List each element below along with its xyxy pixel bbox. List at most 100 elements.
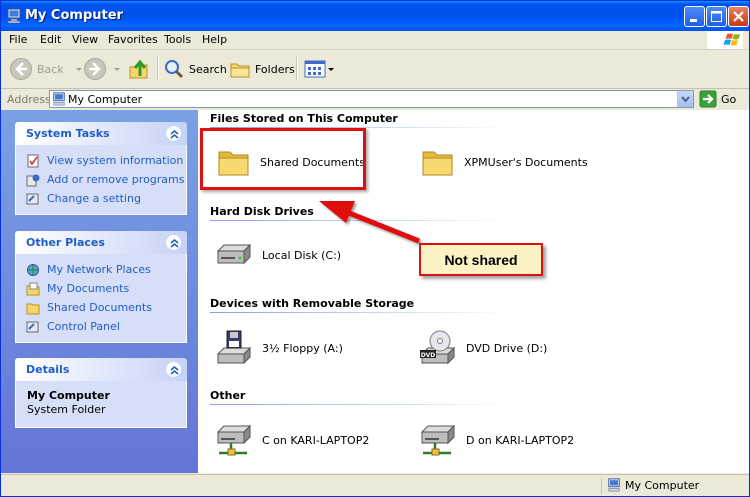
svg-text:DVD: DVD (421, 352, 436, 359)
menu-view[interactable]: View (72, 33, 98, 46)
shared-documents-link[interactable]: Shared Documents (26, 298, 186, 317)
forward-button[interactable] (83, 55, 122, 83)
details-item-type: System Folder (27, 403, 106, 416)
d-on-kari-laptop2-item[interactable]: D on KARI-LAPTOP2 (418, 420, 574, 460)
address-dropdown-button[interactable] (677, 91, 693, 107)
windows-logo (707, 31, 743, 49)
maximize-icon (711, 11, 722, 22)
add-remove-programs-link[interactable]: Add or remove programs (26, 170, 186, 189)
system-tasks-header[interactable]: System Tasks (15, 122, 187, 145)
network-drive-icon (420, 424, 456, 456)
back-arrow-icon (10, 58, 32, 80)
dvd-drive-d-item[interactable]: DVD DVD Drive (D:) (418, 328, 547, 368)
change-a-setting-link[interactable]: Change a setting (26, 189, 186, 208)
network-places-icon (27, 263, 39, 276)
system-information-icon (27, 154, 39, 167)
status-bar: My Computer (1, 474, 749, 496)
floppy-drive-icon (216, 330, 252, 365)
my-documents-link[interactable]: My Documents (26, 279, 186, 298)
menu-help[interactable]: Help (202, 33, 227, 46)
other-places-title: Other Places (26, 236, 105, 249)
link-label: Add or remove programs (47, 173, 185, 186)
item-label: Local Disk (C:) (262, 248, 342, 262)
details-item-name: My Computer (27, 389, 110, 402)
local-disk-c-item[interactable]: Local Disk (C:) (214, 237, 341, 273)
chevron-down-icon (681, 96, 690, 103)
my-network-places-link[interactable]: My Network Places (26, 260, 186, 279)
control-panel-icon (26, 193, 39, 204)
folders-button[interactable]: Folders (229, 55, 295, 83)
menu-edit[interactable]: Edit (40, 33, 61, 46)
address-label: Address (7, 93, 51, 106)
collapse-chevron-icon[interactable] (165, 234, 182, 251)
system-tasks-panel: System Tasks View system information Add… (15, 122, 187, 215)
go-button[interactable]: Go (699, 90, 736, 108)
status-location: My Computer (607, 478, 699, 492)
forward-dropdown-icon[interactable] (112, 64, 122, 74)
close-button[interactable] (728, 6, 749, 27)
search-icon (165, 60, 184, 79)
item-label: DVD Drive (D:) (466, 341, 548, 355)
window-title: My Computer (25, 8, 123, 23)
group-header-hard-disks: Hard Disk Drives (210, 205, 314, 218)
toolbar: Back Search Folders (1, 50, 749, 89)
folder-icon (422, 151, 453, 176)
group-header-removable: Devices with Removable Storage (210, 297, 415, 310)
network-drive-icon (216, 424, 252, 456)
group-header-other: Other (210, 389, 246, 402)
details-title: Details (26, 363, 70, 376)
minimize-button[interactable] (684, 6, 705, 27)
collapse-chevron-icon[interactable] (165, 125, 182, 142)
address-bar: Address My Computer Go (1, 89, 749, 110)
folders-label: Folders (255, 62, 295, 76)
link-label: View system information (47, 154, 184, 167)
views-icon (304, 60, 326, 78)
xpmuser-documents-item[interactable]: XPMUser's Documents (420, 144, 588, 180)
close-icon (733, 11, 744, 22)
views-dropdown-icon[interactable] (327, 64, 335, 74)
menu-bar: File Edit View Favorites Tools Help (1, 31, 749, 50)
my-computer-icon (53, 92, 65, 106)
back-label: Back (37, 62, 64, 76)
item-label: C on KARI-LAPTOP2 (262, 433, 370, 447)
menu-favorites[interactable]: Favorites (108, 33, 158, 46)
item-label: D on KARI-LAPTOP2 (466, 433, 575, 447)
task-pane: System Tasks View system information Add… (1, 110, 198, 473)
link-label: Control Panel (47, 320, 120, 333)
forward-arrow-icon (84, 58, 106, 80)
up-folder-button[interactable] (128, 55, 152, 83)
details-panel: Details My Computer System Folder (15, 358, 187, 428)
go-label: Go (721, 92, 737, 106)
menu-file[interactable]: File (9, 33, 27, 46)
folders-icon (230, 63, 250, 78)
collapse-chevron-icon[interactable] (165, 361, 182, 378)
folder-icon (26, 303, 40, 314)
view-system-information-link[interactable]: View system information (26, 151, 186, 170)
views-button[interactable] (303, 55, 335, 83)
address-value: My Computer (68, 93, 143, 106)
search-button[interactable]: Search (163, 55, 227, 83)
other-places-panel: Other Places My Network Places My Docume… (15, 231, 187, 343)
up-folder-icon (129, 59, 148, 79)
address-input[interactable]: My Computer (49, 90, 694, 108)
status-location-text: My Computer (625, 478, 700, 492)
c-on-kari-laptop2-item[interactable]: C on KARI-LAPTOP2 (214, 420, 369, 460)
control-panel-link[interactable]: Control Panel (26, 317, 186, 336)
menu-tools[interactable]: Tools (164, 33, 191, 46)
item-label: 3½ Floppy (A:) (262, 341, 343, 355)
title-bar[interactable]: My Computer (1, 1, 749, 31)
link-label: My Network Places (47, 263, 151, 276)
annotation-highlight-box (200, 128, 366, 190)
other-places-header[interactable]: Other Places (15, 231, 187, 254)
maximize-button[interactable] (706, 6, 727, 27)
link-label: Change a setting (47, 192, 141, 205)
dvd-drive-icon: DVD (420, 330, 456, 365)
back-button[interactable]: Back (9, 55, 84, 83)
explorer-window: My Computer File Edit View Favorites Too… (0, 0, 750, 497)
add-remove-programs-icon (26, 174, 40, 186)
floppy-a-item[interactable]: 3½ Floppy (A:) (214, 328, 343, 368)
minimize-icon (690, 19, 697, 22)
details-header[interactable]: Details (15, 358, 187, 381)
annotation-callout: Not shared (419, 243, 543, 276)
control-panel-icon (26, 321, 39, 332)
